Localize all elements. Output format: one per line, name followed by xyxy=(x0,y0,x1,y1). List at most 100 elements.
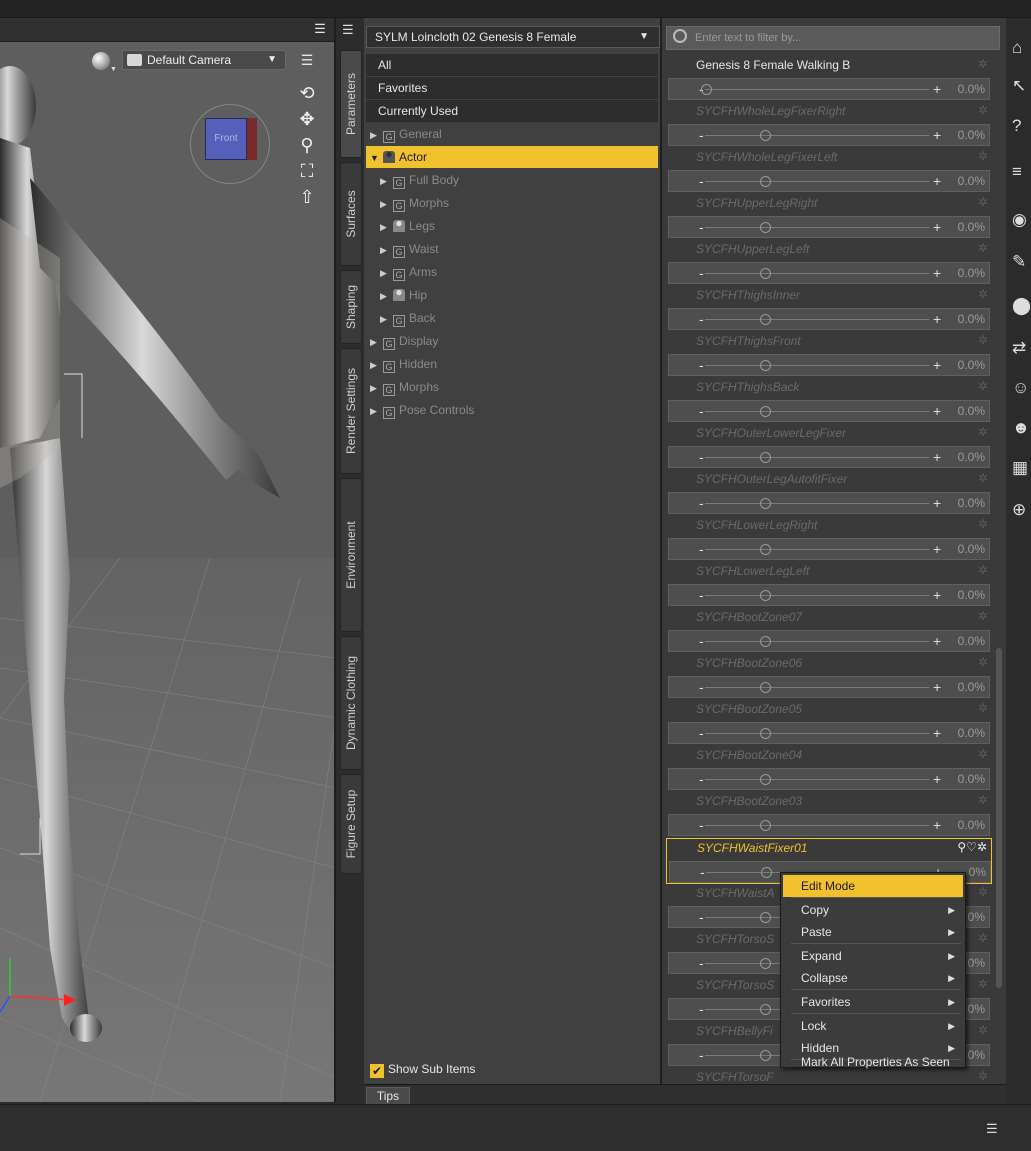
decrement-button[interactable]: - xyxy=(700,862,705,882)
tab-tips[interactable]: Tips xyxy=(366,1087,410,1105)
decrement-button[interactable]: - xyxy=(699,953,704,973)
increment-button[interactable]: + xyxy=(933,263,941,283)
property-value[interactable]: 0% xyxy=(968,907,985,927)
viewport[interactable]: ☰ ▼ Default Camera ▼ ☰ ⟲ ✥ ⚲ ⛶ ⇧ Front xyxy=(0,18,336,1102)
increment-button[interactable]: + xyxy=(933,585,941,605)
property-slider[interactable]: - +0.0% xyxy=(668,400,990,422)
property-slider[interactable]: - +0.0% xyxy=(668,676,990,698)
slider-knob[interactable] xyxy=(760,498,771,509)
gear-icon[interactable]: ✲ xyxy=(978,471,988,485)
menu-item[interactable]: Favorites ▶ xyxy=(783,991,963,1013)
gear-icon[interactable]: ✲ xyxy=(978,1069,988,1083)
slider-knob[interactable] xyxy=(760,1004,771,1015)
property-value[interactable]: 0% xyxy=(968,999,985,1019)
gear-icon[interactable]: ✲ xyxy=(978,103,988,117)
slider-track[interactable] xyxy=(705,825,929,826)
property-slider[interactable]: - +0.0% xyxy=(668,492,990,514)
decrement-button[interactable]: - xyxy=(699,999,704,1019)
slider-knob[interactable] xyxy=(760,636,771,647)
category-tree-item[interactable]: ▶ G Display xyxy=(366,330,658,352)
property-slider-row[interactable]: SYCFHBootZone05 ✲ - +0.0% xyxy=(666,700,992,746)
decrement-button[interactable]: - xyxy=(699,355,704,375)
slider-track[interactable] xyxy=(705,227,929,228)
property-slider-row[interactable]: SYCFHUpperLegLeft ✲ - +0.0% xyxy=(666,240,992,286)
slider-track[interactable] xyxy=(705,779,929,780)
slider-track[interactable] xyxy=(705,595,929,596)
slider-knob[interactable] xyxy=(760,314,771,325)
property-value[interactable]: 0.0% xyxy=(958,723,985,743)
slider-knob[interactable] xyxy=(760,912,771,923)
show-sub-items-checkbox[interactable]: ✔ Show Sub Items xyxy=(370,1060,475,1078)
view-cube[interactable]: Front xyxy=(205,118,247,160)
gear-icon[interactable]: ✲ xyxy=(978,517,988,531)
morph-icon[interactable]: ⬤ xyxy=(1012,294,1031,318)
decrement-button[interactable]: - xyxy=(699,907,704,927)
slider-knob[interactable] xyxy=(760,268,771,279)
tab-environment[interactable]: Environment xyxy=(340,478,362,632)
property-slider[interactable]: - +0.0% xyxy=(668,722,990,744)
gear-icon[interactable]: ✲ xyxy=(978,655,988,669)
property-value[interactable]: 0.0% xyxy=(958,263,985,283)
slider-track[interactable] xyxy=(705,503,929,504)
tab-surfaces[interactable]: Surfaces xyxy=(340,162,362,266)
gear-icon[interactable]: ✲ xyxy=(978,287,988,301)
pointer-help-icon[interactable]: ↖ xyxy=(1012,74,1031,98)
property-slider-row[interactable]: SYCFHOuterLowerLegFixer ✲ - +0.0% xyxy=(666,424,992,470)
gear-icon[interactable]: ✲ xyxy=(978,149,988,163)
gear-icon[interactable]: ✲ xyxy=(978,977,988,991)
increment-button[interactable]: + xyxy=(933,309,941,329)
property-slider-row[interactable]: SYCFHWholeLegFixerRight ✲ - +0.0% xyxy=(666,102,992,148)
camera-select[interactable]: Default Camera ▼ xyxy=(122,50,286,70)
property-value[interactable]: 0.0% xyxy=(958,125,985,145)
property-slider[interactable]: - +0.0% xyxy=(668,354,990,376)
gear-icon[interactable]: ✲ xyxy=(978,241,988,255)
property-slider[interactable]: - +0.0% xyxy=(668,78,990,100)
decrement-button[interactable]: - xyxy=(699,585,704,605)
menu-item[interactable]: Collapse ▶ xyxy=(783,967,963,989)
decrement-button[interactable]: - xyxy=(699,309,704,329)
property-slider-row[interactable]: SYCFHBootZone04 ✲ - +0.0% xyxy=(666,746,992,792)
category-tree-item[interactable]: ▶ G Waist xyxy=(366,238,658,260)
gear-icon[interactable]: ✲ xyxy=(978,747,988,761)
tab-dynamic-clothing[interactable]: Dynamic Clothing xyxy=(340,636,362,770)
expand-right-icon[interactable]: ▶ xyxy=(380,285,390,307)
slider-track[interactable] xyxy=(705,733,929,734)
slider-track[interactable] xyxy=(705,641,929,642)
slider-track[interactable] xyxy=(705,89,929,90)
property-value[interactable]: 0.0% xyxy=(958,769,985,789)
increment-button[interactable]: + xyxy=(933,539,941,559)
property-slider[interactable]: - +0.0% xyxy=(668,584,990,606)
property-value[interactable]: 0.0% xyxy=(958,539,985,559)
property-slider[interactable]: - +0.0% xyxy=(668,814,990,836)
expand-right-icon[interactable]: ▶ xyxy=(380,170,390,192)
menu-item[interactable]: Paste ▶ xyxy=(783,921,963,943)
slider-knob[interactable] xyxy=(760,452,771,463)
increment-button[interactable]: + xyxy=(933,355,941,375)
slider-track[interactable] xyxy=(705,273,929,274)
property-value[interactable]: 0.0% xyxy=(958,355,985,375)
expand-right-icon[interactable]: ▶ xyxy=(380,262,390,284)
expand-right-icon[interactable]: ▶ xyxy=(370,331,380,353)
slider-track[interactable] xyxy=(705,687,929,688)
decrement-button[interactable]: - xyxy=(699,815,704,835)
category-tree-item[interactable]: ▶ Hip xyxy=(366,284,658,306)
zoom-icon[interactable]: ⚲ xyxy=(296,134,318,156)
property-slider[interactable]: - +0.0% xyxy=(668,124,990,146)
decrement-button[interactable]: - xyxy=(699,1045,704,1065)
property-value[interactable]: 0.0% xyxy=(958,217,985,237)
property-value[interactable]: 0.0% xyxy=(958,631,985,651)
property-slider-row[interactable]: SYCFHWholeLegFixerLeft ✲ - +0.0% xyxy=(666,148,992,194)
property-slider-row[interactable]: SYCFHBootZone06 ✲ - +0.0% xyxy=(666,654,992,700)
slider-track[interactable] xyxy=(705,319,929,320)
property-slider[interactable]: - +0.0% xyxy=(668,170,990,192)
property-slider[interactable]: - +0.0% xyxy=(668,630,990,652)
slider-track[interactable] xyxy=(705,181,929,182)
increment-button[interactable]: + xyxy=(933,815,941,835)
property-slider-row[interactable]: SYCFHOuterLegAutofitFixer ✲ - +0.0% xyxy=(666,470,992,516)
gear-icon[interactable]: ✲ xyxy=(978,609,988,623)
gear-icon[interactable]: ✲ xyxy=(978,57,988,71)
slider-knob[interactable] xyxy=(760,544,771,555)
property-slider-row[interactable]: SYCFHBootZone03 ✲ - +0.0% xyxy=(666,792,992,838)
category-tree-item[interactable]: ▶ G Morphs xyxy=(366,376,658,398)
scrollbar[interactable] xyxy=(996,648,1002,988)
